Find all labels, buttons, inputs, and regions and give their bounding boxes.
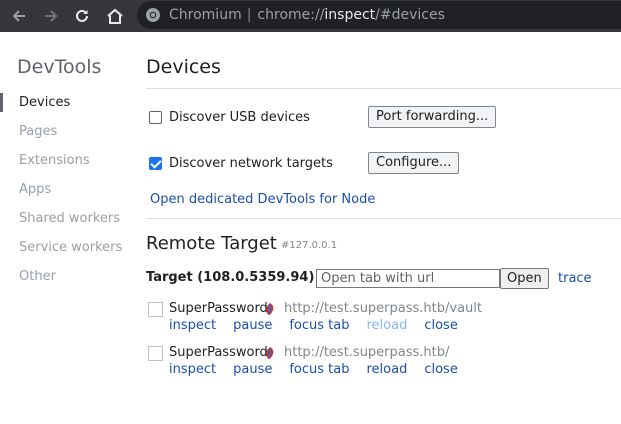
sidebar-item-pages[interactable]: Pages [0,117,130,146]
sidebar-title: DevTools [17,56,102,78]
address-separator: | [246,7,252,23]
target-title: SuperPassword [169,301,268,316]
reload-link: reload [366,318,408,333]
trace-link[interactable]: trace [558,271,592,286]
page-thumbnail [148,346,163,361]
close-link[interactable]: close [424,362,457,377]
reload-icon [76,9,88,22]
open-tab-url-input[interactable] [316,269,500,288]
pause-link[interactable]: pause [233,362,272,377]
inspect-link[interactable]: inspect [169,362,216,377]
url-path: /#devices [375,7,445,23]
title-divider [146,88,621,89]
sidebar-item-other[interactable]: Other [0,262,130,291]
home-icon [107,8,123,24]
target-entry: SuperPassword http://test.superpass.htb/… [148,300,618,340]
back-button[interactable] [7,4,31,28]
target-version: Target (108.0.5359.94) [146,270,315,285]
address-bar[interactable]: Chromium | chrome://inspect/#devices [137,1,621,29]
open-button[interactable]: Open [500,268,549,289]
page-title: Devices [146,56,221,78]
arrow-left-icon [12,10,25,22]
arrow-right-icon [45,10,58,22]
usb-option[interactable]: Discover USB devices [149,107,310,127]
target-url: http://test.superpass.htb/ [284,345,450,360]
reload-button[interactable] [70,4,94,28]
focus-tab-link[interactable]: focus tab [289,318,349,333]
remote-target-title: Remote Target [146,233,277,254]
section-divider [146,218,621,219]
network-label: Discover network targets [169,155,333,171]
url-host: inspect [324,7,376,23]
sidebar-item-apps[interactable]: Apps [0,175,130,204]
sidebar-item-service-workers[interactable]: Service workers [0,233,130,262]
forward-button[interactable] [39,4,63,28]
inspect-link[interactable]: inspect [169,318,216,333]
usb-checkbox[interactable] [149,110,162,124]
url-scheme: chrome:// [257,7,325,23]
address-text: Chromium | chrome://inspect/#devices [169,6,445,24]
sidebar: DevTools Devices Pages Extensions Apps S… [0,32,130,424]
target-title: SuperPassword [169,345,268,360]
close-link[interactable]: close [424,318,457,333]
target-entry: SuperPassword http://test.superpass.htb/… [148,344,618,384]
node-devtools-link[interactable]: Open dedicated DevTools for Node [150,192,375,207]
sidebar-item-devices[interactable]: Devices [0,88,130,117]
usb-label: Discover USB devices [169,109,310,125]
page-thumbnail [148,302,163,317]
configure-button[interactable]: Configure... [368,152,460,174]
target-url: http://test.superpass.htb/vault [284,301,483,316]
sidebar-item-shared-workers[interactable]: Shared workers [0,204,130,233]
remote-target-address: #127.0.0.1 [281,240,338,251]
home-button[interactable] [103,4,127,28]
sidebar-item-extensions[interactable]: Extensions [0,146,130,175]
main-content: Devices Discover USB devices Port forwar… [146,32,621,424]
port-forwarding-button[interactable]: Port forwarding... [368,106,497,128]
sidebar-nav: Devices Pages Extensions Apps Shared wor… [0,88,130,291]
focus-tab-link[interactable]: focus tab [289,362,349,377]
target-actions: inspect pause focus tab reload close [169,318,475,333]
favicon-icon [266,303,274,315]
favicon-icon [266,347,274,359]
target-actions: inspect pause focus tab reload close [169,362,475,377]
site-name: Chromium [169,7,242,23]
network-checkbox[interactable] [149,156,162,170]
chromium-icon [146,8,160,22]
browser-toolbar: Chromium | chrome://inspect/#devices [0,0,621,32]
network-option[interactable]: Discover network targets [149,153,333,173]
pause-link[interactable]: pause [233,318,272,333]
reload-link[interactable]: reload [367,362,408,377]
